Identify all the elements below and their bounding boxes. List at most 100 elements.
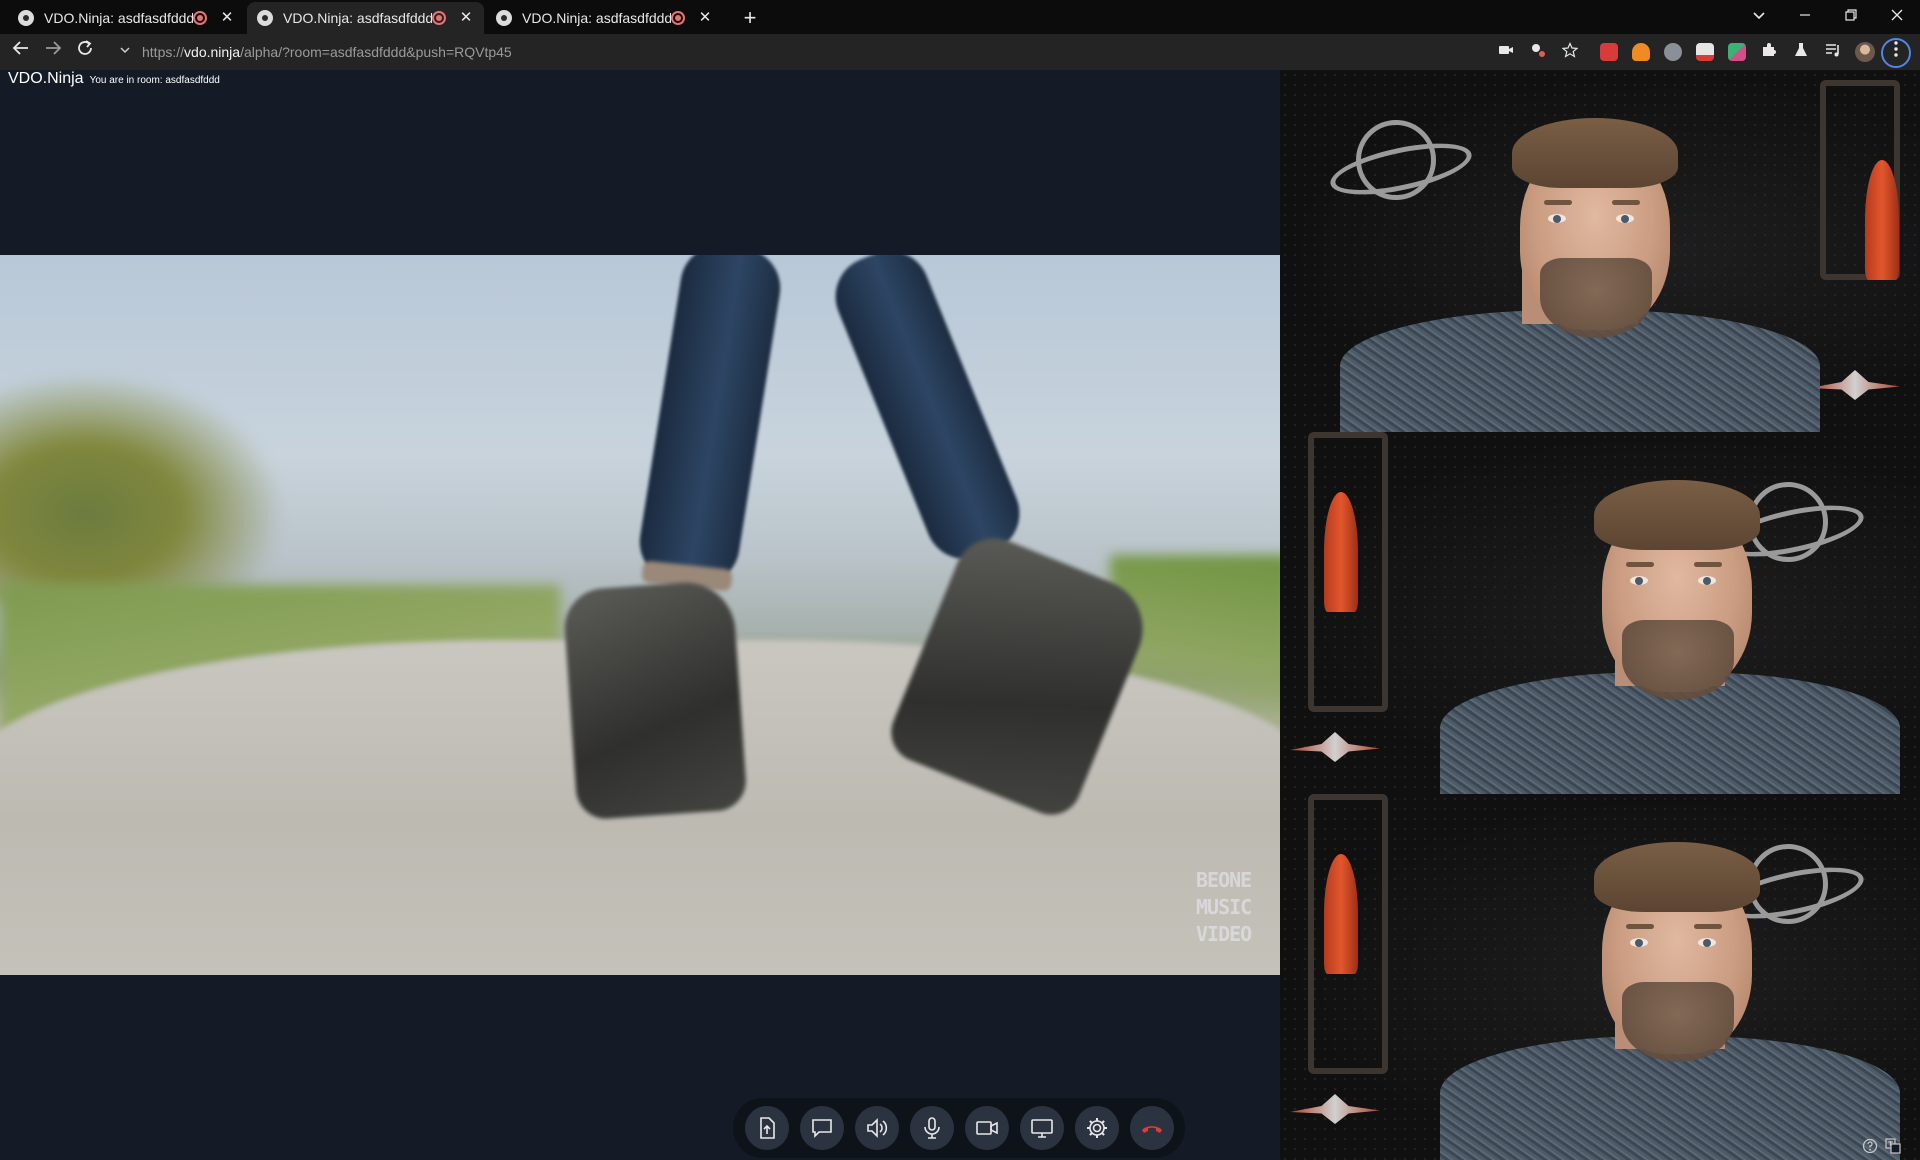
- vdo-ninja-favicon-icon: [257, 10, 273, 26]
- guest-video-tile-2[interactable]: [1280, 432, 1920, 794]
- close-tab-icon[interactable]: ✕: [219, 10, 235, 26]
- star-icon: [1561, 42, 1579, 58]
- site-settings-button[interactable]: [1528, 42, 1548, 62]
- url-scheme: https://: [142, 44, 185, 60]
- tab-title: VDO.Ninja: asdfasdfddd: [522, 10, 671, 26]
- extension-calendar-icon[interactable]: [1696, 43, 1714, 61]
- chat-icon: [812, 1119, 832, 1138]
- speaker-button[interactable]: [855, 1106, 899, 1150]
- video-boot-left: [562, 579, 748, 821]
- address-bar[interactable]: https://vdo.ninja/alpha/?room=asdfasdfdd…: [108, 37, 1492, 67]
- back-button[interactable]: [7, 38, 35, 66]
- restore-button[interactable]: [1828, 0, 1874, 30]
- tab-search-button[interactable]: [1736, 0, 1782, 30]
- person-hair: [1594, 480, 1760, 550]
- person-brow: [1694, 924, 1722, 929]
- extensions-button[interactable]: [1759, 42, 1779, 62]
- close-tab-icon[interactable]: ✕: [458, 10, 474, 26]
- media-controls-button[interactable]: [1823, 42, 1843, 62]
- arrow-left-icon: [12, 41, 28, 55]
- extension-color-icon[interactable]: [1728, 43, 1746, 61]
- guest-person: [1440, 834, 1900, 1160]
- new-tab-button[interactable]: +: [737, 5, 763, 31]
- person-beard: [1540, 258, 1652, 338]
- tab-title: VDO.Ninja: asdfasdfddd: [283, 10, 432, 26]
- hangup-button[interactable]: [1130, 1106, 1174, 1150]
- vdo-ninja-page: VDO.Ninja You are in room: asdfasdfddd B…: [0, 70, 1920, 1160]
- flask-icon: [1795, 43, 1807, 56]
- rocket-decoration: [1865, 160, 1899, 280]
- profile-avatar[interactable]: [1855, 42, 1875, 62]
- microphone-button[interactable]: [910, 1106, 954, 1150]
- browser-menu-button[interactable]: [1881, 38, 1911, 68]
- person-beard: [1622, 982, 1734, 1062]
- help-icon: [1862, 1138, 1878, 1154]
- watermark-line: MUSIC: [1196, 895, 1252, 919]
- permissions-icon: [1532, 44, 1545, 57]
- url-text[interactable]: https://vdo.ninja/alpha/?room=asdfasdfdd…: [142, 44, 512, 60]
- extension-cloud-icon[interactable]: [1632, 43, 1650, 61]
- tab-strip: VDO.Ninja: asdfasdfddd ✕ VDO.Ninja: asdf…: [0, 0, 1920, 34]
- person-eye: [1698, 938, 1716, 947]
- browser-toolbar: https://vdo.ninja/alpha/?room=asdfasdfdd…: [0, 34, 1920, 70]
- watermark-line: BEONE: [1196, 868, 1252, 892]
- microphone-icon: [924, 1117, 940, 1139]
- minimize-button[interactable]: [1782, 0, 1828, 30]
- person-eye: [1630, 576, 1648, 585]
- chevron-down-icon: [120, 47, 130, 54]
- chat-button[interactable]: [800, 1106, 844, 1150]
- screen-share-button[interactable]: [1020, 1106, 1064, 1150]
- tab-3[interactable]: VDO.Ninja: asdfasdfddd ✕: [486, 2, 723, 34]
- rocket-decoration: [1324, 854, 1358, 974]
- url-path: /alpha/?room=asdfasdfddd&push=RQVtp45: [240, 44, 512, 60]
- translate-button[interactable]: [1884, 1138, 1902, 1156]
- watermark-line: VIDEO: [1196, 922, 1252, 946]
- guest-video-tile-1[interactable]: [1280, 70, 1920, 432]
- camera-button[interactable]: [965, 1106, 1009, 1150]
- hangup-phone-icon: [1142, 1126, 1162, 1133]
- speaker-icon: [867, 1118, 888, 1138]
- person-hair: [1512, 118, 1678, 188]
- vdo-ninja-favicon-icon: [18, 10, 34, 26]
- video-leg-right: [823, 255, 1032, 572]
- close-tab-icon[interactable]: ✕: [697, 10, 713, 26]
- close-icon: [1891, 9, 1903, 21]
- header: VDO.Ninja You are in room: asdfasdfddd: [8, 70, 220, 90]
- help-button[interactable]: [1861, 1138, 1879, 1156]
- extension-shield-icon[interactable]: [1664, 43, 1682, 61]
- person-eye: [1548, 214, 1566, 223]
- guest-person: [1340, 110, 1820, 432]
- person-hair: [1594, 842, 1760, 912]
- minimize-icon: [1800, 14, 1810, 16]
- reload-button[interactable]: [71, 38, 99, 66]
- camera-icon: [1499, 46, 1513, 54]
- tab-title: VDO.Ninja: asdfasdfddd: [44, 10, 193, 26]
- person-eye: [1616, 214, 1634, 223]
- recording-icon: [432, 11, 446, 25]
- extension-red-icon[interactable]: [1600, 43, 1618, 61]
- close-window-button[interactable]: [1874, 0, 1920, 30]
- recording-icon: [193, 11, 207, 25]
- person-eye: [1630, 938, 1648, 947]
- room-status-text: You are in room: asdfasdfddd: [89, 75, 220, 86]
- camera-in-use-button[interactable]: [1496, 42, 1516, 62]
- main-video-stream[interactable]: BEONE MUSIC VIDEO: [0, 255, 1280, 975]
- video-camera-icon: [976, 1121, 998, 1135]
- guest-person: [1440, 472, 1900, 794]
- arrow-right-icon: [46, 41, 62, 55]
- settings-button[interactable]: [1075, 1106, 1119, 1150]
- kebab-menu-icon: [1894, 41, 1898, 57]
- gear-icon: [1087, 1118, 1107, 1138]
- brand-logo[interactable]: VDO.Ninja: [8, 70, 84, 88]
- labs-button[interactable]: [1791, 42, 1811, 62]
- rocket-decoration: [1324, 492, 1358, 612]
- tab-2[interactable]: VDO.Ninja: asdfasdfddd ✕: [247, 2, 484, 34]
- browser-window: VDO.Ninja: asdfasdfddd ✕ VDO.Ninja: asdf…: [0, 0, 1920, 1160]
- forward-button[interactable]: [39, 38, 67, 66]
- tab-1[interactable]: VDO.Ninja: asdfasdfddd ✕: [8, 2, 245, 34]
- share-file-button[interactable]: [745, 1106, 789, 1150]
- site-info-button[interactable]: [116, 43, 134, 61]
- bookmark-button[interactable]: [1560, 42, 1580, 62]
- queue-music-icon: [1826, 44, 1839, 57]
- guest-video-tile-3[interactable]: [1280, 794, 1920, 1160]
